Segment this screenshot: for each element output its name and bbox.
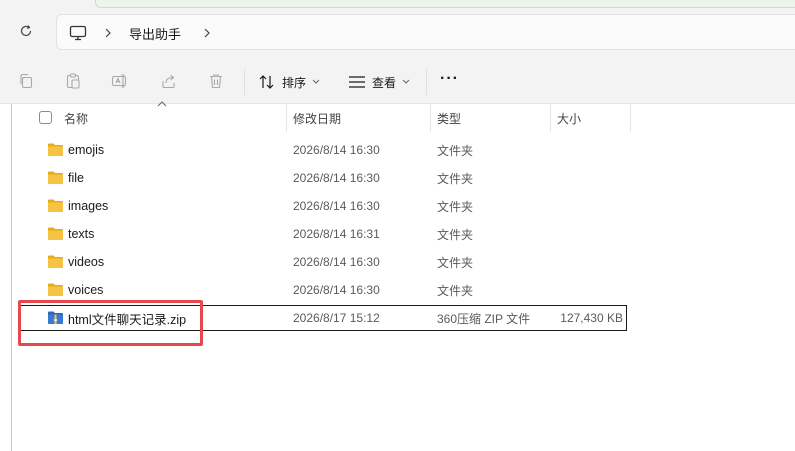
file-type: 文件夹 xyxy=(437,199,474,214)
file-size: 127,430 KB xyxy=(560,311,623,325)
share-button[interactable] xyxy=(159,71,179,91)
share-icon xyxy=(162,74,175,89)
folder-icon xyxy=(48,199,63,212)
column-divider[interactable] xyxy=(550,104,551,132)
delete-button[interactable] xyxy=(206,71,226,91)
chevron-down-icon xyxy=(312,79,320,84)
file-type: 文件夹 xyxy=(437,143,474,158)
breadcrumb-label: 导出助手 xyxy=(129,26,182,42)
folder-icon xyxy=(48,227,63,240)
rename-icon xyxy=(111,74,127,88)
list-item[interactable]: file 2026/8/14 16:30 文件夹 xyxy=(20,164,627,192)
list-item[interactable]: videos 2026/8/14 16:30 文件夹 xyxy=(20,248,627,276)
rename-button[interactable] xyxy=(110,71,130,91)
list-item[interactable]: images 2026/8/14 16:30 文件夹 xyxy=(20,192,627,220)
refresh-button[interactable] xyxy=(17,22,35,40)
column-label: 大小 xyxy=(557,111,582,126)
column-label: 修改日期 xyxy=(293,111,342,126)
file-date: 2026/8/14 16:30 xyxy=(293,171,380,185)
column-header-name[interactable]: 名称 xyxy=(64,104,88,132)
toolbar-divider xyxy=(244,69,245,95)
file-list-pane: 名称 修改日期 类型 大小 emojis 2026/8/14 16:30 文件夹… xyxy=(0,101,795,451)
computer-icon xyxy=(69,25,87,41)
folder-icon xyxy=(48,171,63,184)
file-type: 文件夹 xyxy=(437,227,474,242)
file-name: images xyxy=(68,199,109,213)
list-item[interactable]: emojis 2026/8/14 16:30 文件夹 xyxy=(20,136,627,164)
copy-button[interactable] xyxy=(16,71,36,91)
file-name: file xyxy=(68,171,84,185)
file-type: 文件夹 xyxy=(437,171,474,186)
folder-icon xyxy=(48,255,63,268)
column-label: 名称 xyxy=(64,111,89,126)
file-type: 360压缩 ZIP 文件 xyxy=(437,311,531,326)
column-label: 类型 xyxy=(437,111,462,126)
column-divider[interactable] xyxy=(630,104,631,132)
view-button[interactable]: 查看 xyxy=(348,70,410,94)
address-bar-row: 导出助手 xyxy=(0,0,795,60)
toolbar-divider xyxy=(426,69,427,95)
column-header-size[interactable]: 大小 xyxy=(557,104,581,132)
column-header-date[interactable]: 修改日期 xyxy=(293,104,341,132)
folder-icon xyxy=(48,143,63,156)
view-label: 查看 xyxy=(372,75,397,90)
chevron-right-icon[interactable] xyxy=(203,15,211,51)
tab-strip-edge xyxy=(95,0,795,8)
chevron-right-icon[interactable] xyxy=(104,15,112,51)
file-date: 2026/8/14 16:30 xyxy=(293,143,380,157)
nav-pane-divider[interactable] xyxy=(11,104,12,451)
more-options-button[interactable]: ··· xyxy=(440,70,459,94)
file-date: 2026/8/14 16:30 xyxy=(293,255,380,269)
sort-icon xyxy=(259,75,274,89)
sort-button[interactable]: 排序 xyxy=(258,70,320,94)
file-date: 2026/8/17 15:12 xyxy=(293,311,380,325)
paste-button[interactable] xyxy=(63,71,83,91)
list-item[interactable]: texts 2026/8/14 16:31 文件夹 xyxy=(20,220,627,248)
breadcrumb-root[interactable] xyxy=(69,15,87,51)
file-name: videos xyxy=(68,255,105,269)
file-date: 2026/8/14 16:30 xyxy=(293,199,380,213)
file-type: 文件夹 xyxy=(437,255,474,270)
file-type: 文件夹 xyxy=(437,283,474,298)
column-divider[interactable] xyxy=(286,104,287,132)
delete-icon xyxy=(210,74,222,89)
folder-icon xyxy=(48,283,63,296)
address-box[interactable]: 导出助手 xyxy=(56,14,795,50)
column-header-type[interactable]: 类型 xyxy=(437,104,461,132)
file-name: emojis xyxy=(68,143,105,157)
select-all-checkbox[interactable] xyxy=(39,111,52,124)
view-list-icon xyxy=(349,76,365,88)
paste-icon xyxy=(66,73,80,89)
sort-ascending-icon xyxy=(157,101,167,107)
file-date: 2026/8/14 16:30 xyxy=(293,283,380,297)
annotation-highlight-box xyxy=(18,300,203,346)
command-bar: 排序 查看 ··· xyxy=(0,60,795,104)
chevron-down-icon xyxy=(402,79,410,84)
refresh-icon xyxy=(20,25,32,37)
column-divider[interactable] xyxy=(430,104,431,132)
file-date: 2026/8/14 16:31 xyxy=(293,227,380,241)
copy-icon xyxy=(20,73,33,89)
breadcrumb-item[interactable]: 导出助手 xyxy=(129,15,181,51)
file-name: texts xyxy=(68,227,95,241)
sort-label: 排序 xyxy=(282,75,307,90)
